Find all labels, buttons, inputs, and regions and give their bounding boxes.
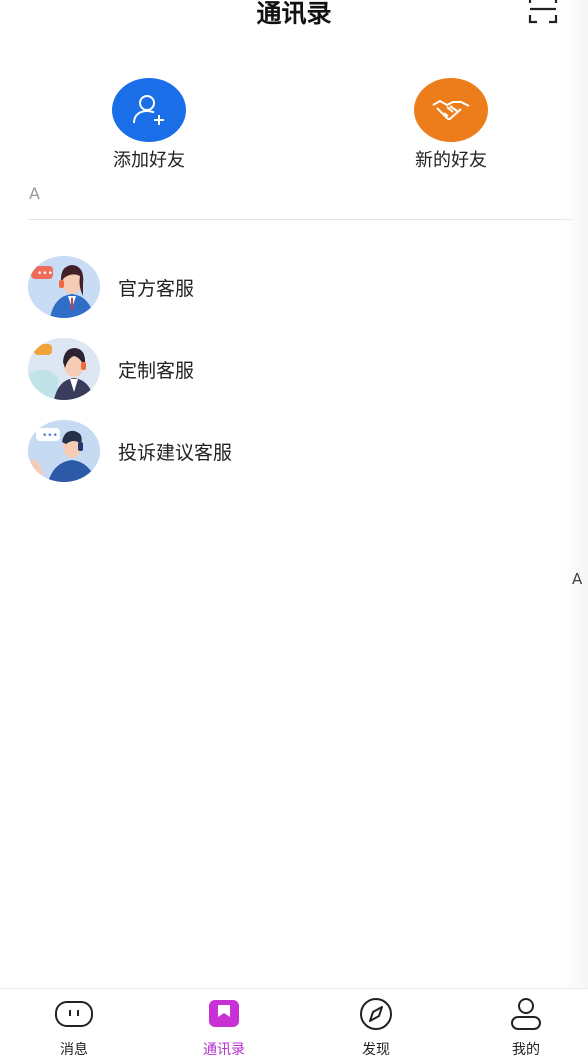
contact-name: 定制客服 [118,359,195,382]
customer-service-avatar: ••• [28,256,100,318]
header: 通讯录 [0,0,588,40]
bottom-tab-bar: 消息 通讯录 发现 我的 [0,988,588,1058]
new-friends-label: 新的好友 [415,150,487,171]
contacts-icon [204,997,244,1031]
section-header-letter: A [29,184,40,203]
customer-service-avatar: ••• [28,420,100,482]
customer-service-avatar [28,338,100,400]
new-friends-button[interactable]: 新的好友 [376,78,526,172]
contact-custom-service[interactable]: 定制客服 [28,338,528,400]
tab-me[interactable]: 我的 [476,989,576,1058]
svg-text:•••: ••• [42,431,58,441]
contact-official-service[interactable]: ••• 官方客服 [28,256,528,318]
tab-contacts[interactable]: 通讯录 [174,989,274,1058]
divider [28,219,572,220]
user-icon [506,997,546,1031]
tab-label: 发现 [362,1042,390,1058]
compass-icon [356,997,396,1031]
handshake-icon [414,78,488,142]
svg-text:•••: ••• [37,269,53,279]
scan-icon[interactable] [528,0,558,24]
contact-name: 投诉建议客服 [118,441,233,464]
add-friend-label: 添加好友 [113,150,185,171]
add-user-icon [112,78,186,142]
tab-label: 通讯录 [203,1042,245,1058]
index-bar-letter[interactable]: A [572,570,582,588]
tab-discover[interactable]: 发现 [326,989,426,1058]
contact-complaint-service[interactable]: ••• 投诉建议客服 [28,420,528,482]
tab-label: 我的 [512,1042,540,1058]
add-friend-button[interactable]: 添加好友 [74,78,224,172]
tab-label: 消息 [60,1042,88,1058]
index-bar-background [560,0,588,1000]
message-icon [54,997,94,1031]
page-title: 通讯录 [256,0,332,28]
contact-name: 官方客服 [118,277,195,300]
tab-messages[interactable]: 消息 [24,989,124,1058]
